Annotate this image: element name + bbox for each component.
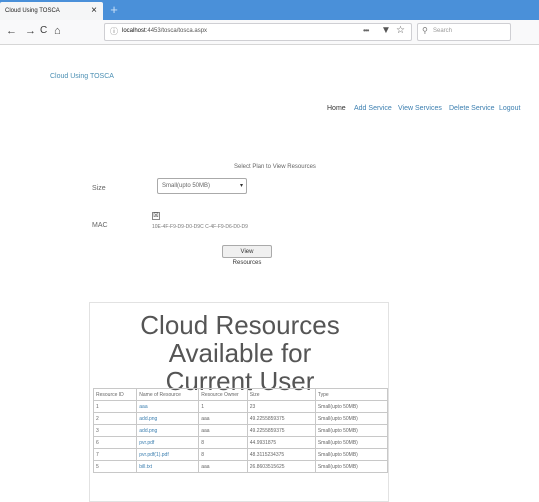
table-row: 2 add.png aaa 49.2255859375 Small(upto 5…	[92, 412, 389, 425]
column-header: Name of Resource	[136, 388, 200, 401]
site-header: Cloud Using TOSCA Home Add Service View …	[0, 45, 539, 135]
resource-id: 2	[92, 412, 138, 425]
resource-size: 44.9931875	[246, 436, 316, 449]
size-select-value: Small(upto 50MB)	[162, 183, 211, 189]
mac-label: MAC	[92, 222, 108, 229]
resources-title-line1: Cloud Resources Available for	[140, 310, 340, 368]
mac-checkbox[interactable]: ☒	[152, 212, 160, 220]
info-icon[interactable]: ⓘ	[110, 26, 118, 37]
resource-type: Small(upto 50MB)	[314, 424, 389, 437]
resource-size: 26.8603515625	[246, 460, 316, 473]
menu-logout-link[interactable]: Logout	[499, 105, 520, 112]
resource-size: 49.2255859375	[246, 412, 316, 425]
resource-name-link[interactable]: bill.txt	[136, 460, 200, 473]
page-actions-icon[interactable]: •••	[363, 26, 369, 35]
url-bar[interactable]: ⓘ localhost:4453/tosca/tosca.aspx ••• ▼ …	[104, 23, 412, 41]
view-resources-button[interactable]: View Resources	[222, 245, 272, 266]
url-host: localhost	[122, 28, 146, 34]
resources-title: Cloud Resources Available for Current Us…	[90, 311, 390, 395]
column-header: Type	[314, 388, 389, 401]
resources-card: Cloud Resources Available for Current Us…	[89, 302, 389, 502]
reload-icon[interactable]: C	[40, 24, 47, 38]
resource-size: 49.2255859375	[246, 424, 316, 437]
size-label: Size	[92, 185, 106, 192]
table-row: 1 aaa 1 23 Small(upto 50MB)	[92, 400, 389, 413]
column-header: Resource ID	[92, 388, 138, 401]
menu-add-service-link[interactable]: Add Service	[354, 105, 392, 112]
resource-name-link[interactable]: pvr.pdf	[136, 436, 200, 449]
url-path: :4453/tosca/tosca.aspx	[145, 28, 208, 34]
site-brand-link[interactable]: Cloud Using TOSCA	[50, 73, 114, 80]
menu-view-services-link[interactable]: View Services	[398, 105, 442, 112]
bookmark-star-icon[interactable]: ☆	[396, 25, 405, 36]
menu-home-link[interactable]: Home	[327, 105, 346, 112]
resource-type: Small(upto 50MB)	[314, 448, 389, 461]
tab-title: Cloud Using TOSCA	[5, 8, 60, 14]
search-placeholder: Search	[433, 28, 453, 34]
search-bar[interactable]: ⚲ Search	[417, 23, 511, 41]
column-header: Resource Owner	[198, 388, 248, 401]
resource-name-link[interactable]: pvr.pdf(1).pdf	[136, 448, 200, 461]
resource-size: 48.3115234375	[246, 448, 316, 461]
resource-id: 3	[92, 424, 138, 437]
resource-type: Small(upto 50MB)	[314, 436, 389, 449]
url-text[interactable]: localhost:4453/tosca/tosca.aspx	[122, 28, 207, 34]
resource-id: 5	[92, 460, 138, 473]
browser-toolbar: ← → C ⌂ ⓘ localhost:4453/tosca/tosca.asp…	[0, 20, 539, 45]
table-row: 7 pvr.pdf(1).pdf 8 48.3115234375 Small(u…	[92, 448, 389, 461]
resource-id: 6	[92, 436, 138, 449]
resource-name-link[interactable]: add.png	[136, 424, 200, 437]
resource-owner: aaa	[198, 460, 248, 473]
table-row: 3 add.png aaa 49.2255859375 Small(upto 5…	[92, 424, 389, 437]
browser-tab[interactable]: Cloud Using TOSCA ×	[0, 2, 103, 20]
home-icon[interactable]: ⌂	[54, 24, 61, 38]
new-tab-icon[interactable]: +	[107, 3, 121, 17]
resource-id: 1	[92, 400, 138, 413]
forward-icon[interactable]: →	[25, 24, 36, 38]
search-icon: ⚲	[422, 26, 428, 35]
resource-owner: 1	[198, 400, 248, 413]
resource-size: 23	[246, 400, 316, 413]
resource-type: Small(upto 50MB)	[314, 400, 389, 413]
back-icon[interactable]: ←	[6, 24, 17, 38]
table-row: 5 bill.txt aaa 26.8603515625 Small(upto …	[92, 460, 389, 473]
table-header-row: Resource ID Name of Resource Resource Ow…	[92, 388, 389, 401]
column-header: Size	[246, 388, 316, 401]
pocket-icon[interactable]: ▼	[381, 25, 391, 36]
resource-type: Small(upto 50MB)	[314, 412, 389, 425]
resource-name-link[interactable]: aaa	[136, 400, 200, 413]
resource-owner: aaa	[198, 424, 248, 437]
resource-owner: aaa	[198, 412, 248, 425]
mac-address-text: 10E-4F-F9-D9-D0-D9C C-4F-F9-D6-D0-D9	[152, 224, 248, 230]
chevron-down-icon: ▾	[239, 183, 243, 189]
browser-tab-strip: Cloud Using TOSCA × +	[0, 0, 539, 20]
table-row: 6 pvr.pdf 8 44.9931875 Small(upto 50MB)	[92, 436, 389, 449]
size-select[interactable]: Small(upto 50MB) ▾	[157, 178, 247, 194]
resource-owner: 8	[198, 448, 248, 461]
menu-delete-service-link[interactable]: Delete Service	[449, 105, 495, 112]
resource-type: Small(upto 50MB)	[314, 460, 389, 473]
form-heading: Select Plan to View Resources	[234, 164, 316, 170]
resource-name-link[interactable]: add.png	[136, 412, 200, 425]
tab-close-icon[interactable]: ×	[91, 5, 97, 16]
resource-owner: 8	[198, 436, 248, 449]
resource-id: 7	[92, 448, 138, 461]
resources-table: Resource ID Name of Resource Resource Ow…	[92, 388, 389, 473]
